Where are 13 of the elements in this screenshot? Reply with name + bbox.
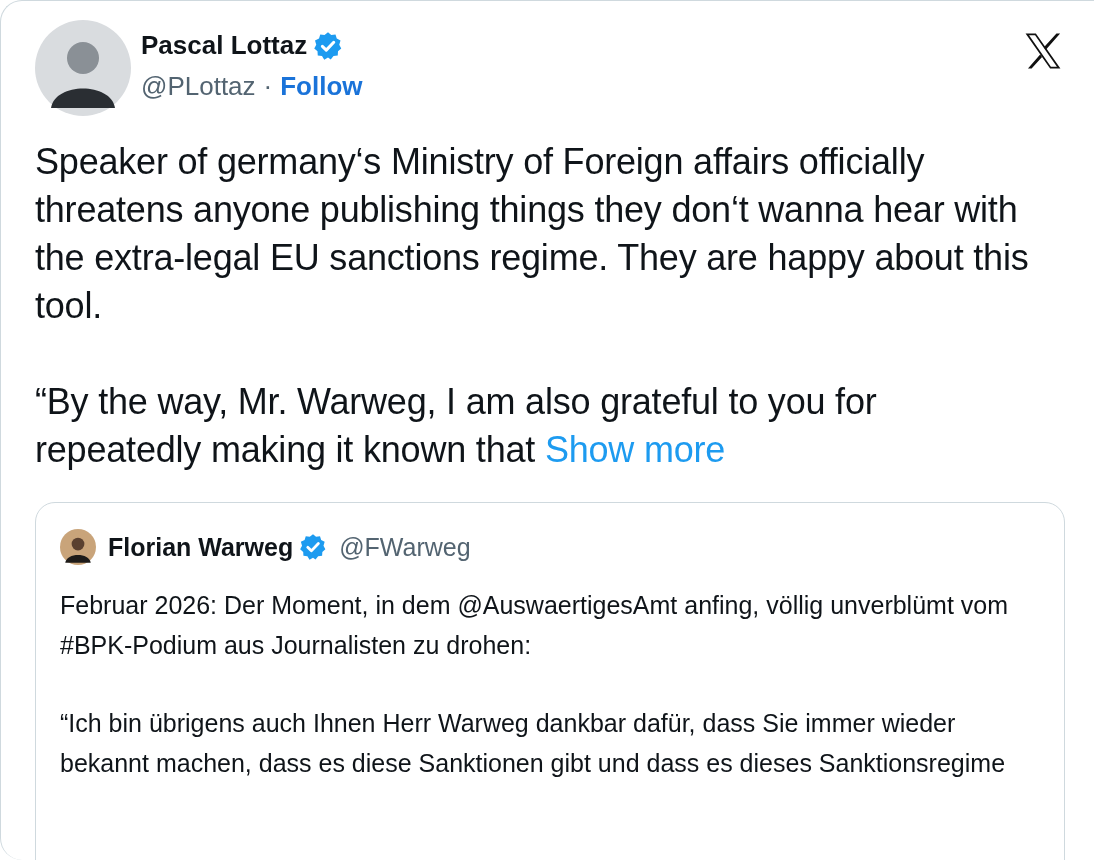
avatar[interactable] — [60, 529, 96, 565]
avatar[interactable] — [35, 20, 131, 116]
quoted-post-text: “Ich bin übrigens auch Ihnen Herr Warweg dankbar dafür, dass Sie immer wieder bekannt machen, dass es diese Sanktionen gibt und dass es dieses Sanktionsregime — [60, 708, 1007, 779]
author-handle[interactable]: @FWarweg — [339, 532, 471, 562]
post-text: Speaker of germany‘s Ministry of Foreign affairs officially threatens anyone publishing things they don‘t wanna hear with the extra-legal EU sanctions regime. They are happy about this tool. — [35, 140, 1030, 328]
author-name[interactable]: Florian Warweg — [108, 532, 294, 562]
post-text: “By the way, Mr. Warweg, I am also grateful to you for repeatedly making it known that Show more — [35, 380, 878, 472]
author-name[interactable]: Pascal Lottaz — [141, 30, 308, 61]
author-handle[interactable]: @PLottaz — [141, 71, 256, 102]
separator-dot: · — [263, 71, 273, 102]
quoted-post-text: Februar 2026: Der Moment, in dem @AuswaertigesAmt anfing, völlig unverblümt vom #BPK-Podium aus Journalisten zu drohen: — [60, 590, 1009, 661]
follow-link[interactable]: Follow — [280, 71, 363, 102]
quoted-post-card[interactable] — [35, 502, 1065, 860]
